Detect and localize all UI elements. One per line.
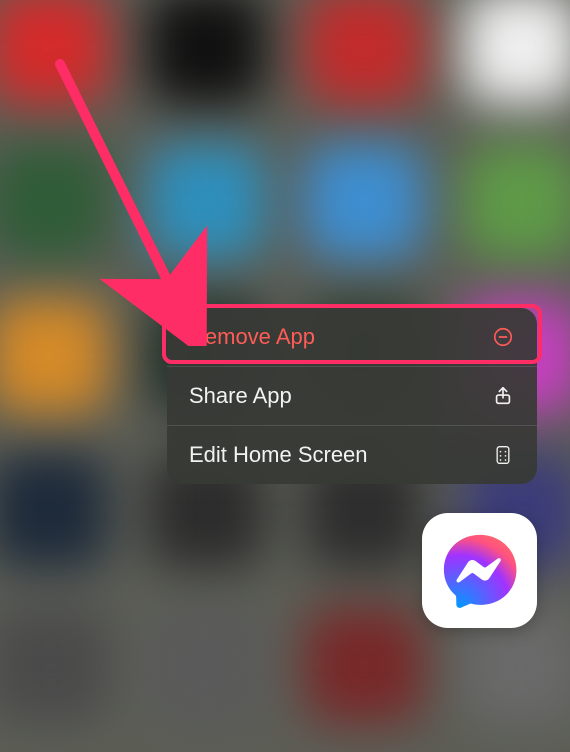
blurred-app-icon: [0, 299, 108, 413]
blurred-app-icon: [305, 0, 423, 104]
edit-home-screen-item[interactable]: Edit Home Screen: [167, 426, 537, 484]
blurred-app-icon: [0, 144, 108, 258]
blurred-app-icon: [148, 144, 266, 258]
blurred-app-icon: [305, 144, 423, 258]
share-icon: [491, 384, 515, 408]
remove-app-item[interactable]: Remove App: [167, 308, 537, 367]
blurred-app-icon: [0, 453, 108, 567]
blurred-app-icon: [305, 608, 423, 722]
menu-item-label: Remove App: [189, 324, 315, 350]
blurred-app-icon: [463, 0, 570, 104]
menu-item-label: Edit Home Screen: [189, 442, 368, 468]
blurred-app-icon: [148, 608, 266, 722]
minus-circle-icon: [491, 325, 515, 349]
menu-item-label: Share App: [189, 383, 292, 409]
share-app-item[interactable]: Share App: [167, 367, 537, 426]
messenger-app-icon[interactable]: [422, 513, 537, 628]
messenger-logo-icon: [437, 528, 523, 614]
apps-grid-icon: [491, 443, 515, 467]
blurred-app-icon: [463, 144, 570, 258]
blurred-app-icon: [0, 0, 108, 104]
app-context-menu: Remove App Share App Edit Home Screen: [167, 308, 537, 484]
blurred-app-icon: [0, 608, 108, 722]
blurred-app-icon: [148, 0, 266, 104]
